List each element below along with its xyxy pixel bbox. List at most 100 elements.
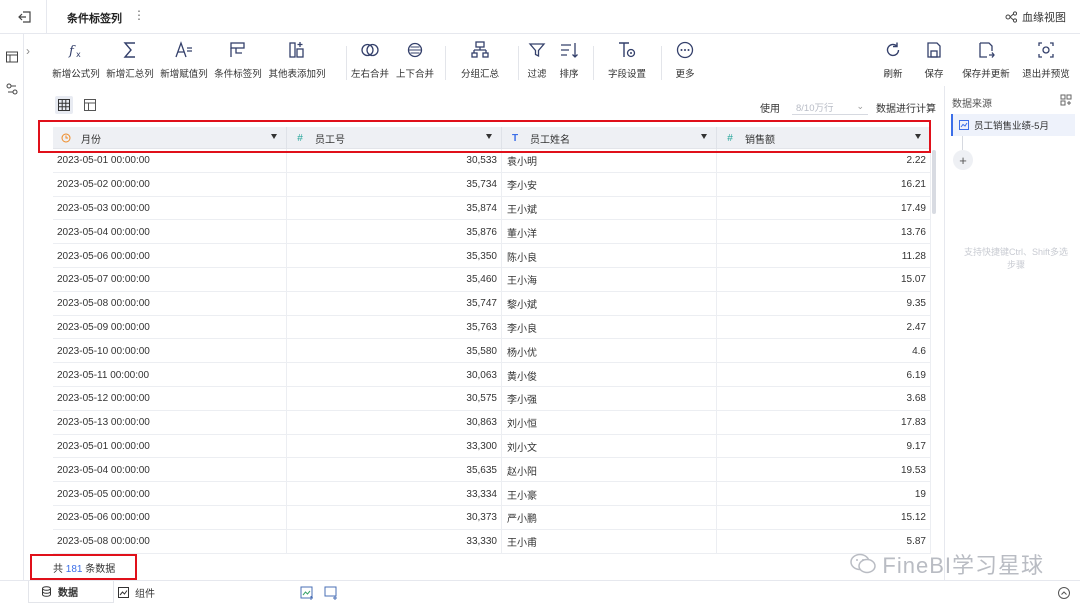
add-step-button[interactable]: +: [953, 150, 973, 170]
sort-icon: [561, 43, 578, 58]
steps-icon[interactable]: [5, 82, 19, 96]
table-row[interactable]: 2023-05-01 00:00:00 33,300 刘小文 9.17: [53, 434, 931, 459]
panel-title: 数据来源: [952, 99, 992, 110]
cell-employee-id: 33,330: [287, 529, 502, 554]
database-icon: [42, 586, 51, 597]
exit-and-preview-button[interactable]: 退出并预览: [1018, 40, 1074, 80]
vertical-scrollbar[interactable]: [932, 150, 936, 214]
table-row[interactable]: 2023-05-08 00:00:00 33,330 王小甫 5.87: [53, 529, 931, 554]
group-summary-button[interactable]: 分组汇总: [452, 40, 508, 80]
row-limit-value: 8/10万行: [796, 102, 834, 114]
row-count-highlight-box: [30, 554, 137, 580]
cell-employee-name: 王小海: [502, 267, 717, 292]
tab-component[interactable]: 组件: [106, 581, 167, 603]
cell-sales: 6.19: [717, 363, 931, 387]
cell-sales: 16.21: [717, 172, 931, 197]
condition-tag-column-button[interactable]: 条件标签列: [210, 40, 266, 80]
table-row[interactable]: 2023-05-10 00:00:00 35,580 杨小优 4.6: [53, 339, 931, 364]
expand-chevron-icon[interactable]: ›: [26, 44, 30, 58]
table-row[interactable]: 2023-05-13 00:00:00 30,863 刘小恒 17.83: [53, 410, 931, 435]
lineage-view-button[interactable]: 血缘视图: [1005, 9, 1066, 25]
assign-icon: [175, 41, 192, 58]
cell-month: 2023-05-06 00:00:00: [53, 505, 287, 530]
chevron-down-icon: ⌄: [856, 101, 864, 111]
cell-sales: 15.12: [717, 505, 931, 530]
add-assign-column-button[interactable]: 新增赋值列: [156, 40, 212, 80]
sigma-icon: [123, 42, 135, 58]
divider: [46, 0, 47, 34]
cell-employee-id: 33,334: [287, 482, 502, 506]
data-source-step[interactable]: 员工销售业绩-5月: [951, 114, 1075, 136]
table-row[interactable]: 2023-05-04 00:00:00 35,876 董小洋 13.76: [53, 220, 931, 245]
steps-panel: 数据来源 员工销售业绩-5月 + 支持快捷键Ctrl、Shift多选步骤: [944, 86, 1080, 580]
tool-label: 条件标签列: [214, 69, 262, 80]
cell-month: 2023-05-08 00:00:00: [53, 291, 287, 316]
add-summary-column-button[interactable]: 新增汇总列: [102, 40, 158, 80]
tool-label: 字段设置: [607, 69, 646, 80]
table-row[interactable]: 2023-05-09 00:00:00 35,763 李小良 2.47: [53, 315, 931, 340]
dataset-icon[interactable]: [5, 50, 19, 64]
field-settings-button[interactable]: 字段设置: [599, 40, 655, 80]
more-dots-icon[interactable]: ⋮: [133, 8, 145, 22]
table-row[interactable]: 2023-05-02 00:00:00 35,734 李小安 16.21: [53, 172, 931, 197]
cell-employee-name: 王小豪: [502, 482, 717, 506]
table-row[interactable]: 2023-05-05 00:00:00 33,334 王小豪 19: [53, 482, 931, 506]
chart-component-icon: [118, 586, 129, 598]
more-button[interactable]: 更多: [657, 40, 713, 80]
cell-sales: 2.47: [717, 315, 931, 340]
watermark-text: FineBI学习星球: [882, 553, 1044, 578]
cell-employee-name: 刘小恒: [502, 410, 717, 435]
cell-employee-name: 李小安: [502, 172, 717, 197]
row-limit-select[interactable]: 8/10万行 ⌄: [792, 99, 868, 115]
tool-label: 新增公式列: [52, 69, 100, 80]
table-row[interactable]: 2023-05-06 00:00:00 30,373 严小鹏 15.12: [53, 505, 931, 530]
cell-month: 2023-05-08 00:00:00: [53, 529, 287, 554]
svg-text:f: f: [68, 44, 76, 59]
tool-label: 上下合并: [395, 69, 434, 80]
add-column-icon: [289, 42, 304, 58]
add-dashboard-icon[interactable]: [324, 586, 338, 600]
add-chart-icon[interactable]: [300, 586, 314, 600]
tool-label: 保存: [924, 69, 944, 80]
tool-label: 新增赋值列: [160, 69, 208, 80]
exit-preview-icon: [1038, 42, 1054, 58]
table-row[interactable]: 2023-05-06 00:00:00 35,350 陈小良 11.28: [53, 244, 931, 268]
merge-vertical-button[interactable]: 上下合并: [387, 40, 443, 80]
top-bar: 条件标签列 ⋮ 血缘视图: [0, 0, 1080, 34]
cell-month: 2023-05-09 00:00:00: [53, 315, 287, 340]
table-row[interactable]: 2023-05-11 00:00:00 30,063 黄小俊 6.19: [53, 363, 931, 387]
table-row[interactable]: 2023-05-07 00:00:00 35,460 王小海 15.07: [53, 267, 931, 292]
panel-settings-icon[interactable]: [1060, 94, 1072, 106]
cell-employee-id: 30,575: [287, 386, 502, 411]
add-formula-column-button[interactable]: fx 新增公式列: [48, 40, 104, 80]
save-button[interactable]: 保存: [906, 40, 962, 80]
cell-employee-name: 严小鹏: [502, 505, 717, 530]
table-row[interactable]: 2023-05-03 00:00:00 35,874 王小斌 17.49: [53, 196, 931, 221]
cell-employee-name: 董小洋: [502, 220, 717, 245]
grid-icon: [58, 99, 70, 111]
layout-view-tab[interactable]: [81, 96, 99, 114]
cell-sales: 11.28: [717, 244, 931, 268]
tab-data[interactable]: 数据: [28, 581, 114, 603]
cell-employee-id: 35,460: [287, 267, 502, 292]
page-title: 条件标签列: [67, 13, 122, 25]
cell-month: 2023-05-04 00:00:00: [53, 458, 287, 483]
table-row[interactable]: 2023-05-12 00:00:00 30,575 李小强 3.68: [53, 386, 931, 411]
data-table: 月份 # 员工号 T 员工姓名 # 销售额 2023-05-01 00:00:0…: [53, 127, 931, 554]
exit-icon[interactable]: [16, 8, 34, 26]
sort-button[interactable]: 排序: [541, 40, 597, 80]
table-row[interactable]: 2023-05-04 00:00:00 35,635 赵小阳 19.53: [53, 458, 931, 483]
table-row[interactable]: 2023-05-08 00:00:00 35,747 黎小斌 9.35: [53, 291, 931, 316]
app-window: 条件标签列 ⋮ 血缘视图 › fx 新增公式列 新增汇总列 新增赋值列 条件标签…: [0, 0, 1080, 610]
save-icon: [927, 42, 941, 58]
tool-label: 新增汇总列: [106, 69, 154, 80]
cell-employee-name: 黎小斌: [502, 291, 717, 316]
cell-month: 2023-05-04 00:00:00: [53, 220, 287, 245]
grid-view-tab[interactable]: [55, 96, 73, 114]
collapse-up-icon[interactable]: [1057, 586, 1071, 600]
cell-employee-name: 杨小优: [502, 339, 717, 364]
cell-employee-name: 赵小阳: [502, 458, 717, 483]
add-column-from-other-table-button[interactable]: 其他表添加列: [269, 40, 326, 80]
cell-employee-id: 35,747: [287, 291, 502, 316]
save-and-update-button[interactable]: 保存并更新: [958, 40, 1014, 80]
